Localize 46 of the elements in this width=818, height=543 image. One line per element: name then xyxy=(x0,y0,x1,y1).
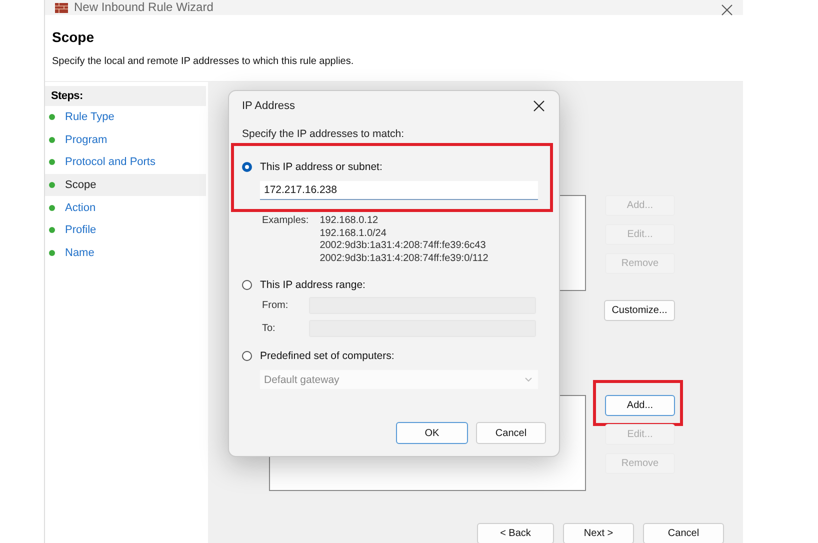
step-item[interactable]: Scope xyxy=(45,174,206,196)
example-address: 192.168.0.12 xyxy=(320,215,380,228)
window-title: New Inbound Rule Wizard xyxy=(74,0,214,14)
step-item[interactable]: Program xyxy=(45,128,206,152)
radio-button[interactable] xyxy=(242,280,252,290)
radio-button[interactable] xyxy=(242,162,252,172)
step-item[interactable]: Protocol and Ports xyxy=(45,151,206,174)
option-label: This IP address or subnet: xyxy=(260,161,382,173)
example-address: 2002:9d3b:1a31:4:208:74ff:fe39:6c43 xyxy=(320,240,487,252)
to-label: To: xyxy=(262,323,276,334)
from-label: From: xyxy=(262,300,290,311)
ip-address-field[interactable]: 172.217.16.238 xyxy=(260,181,538,200)
step-item[interactable]: Name xyxy=(45,242,206,264)
status-dot-icon xyxy=(49,204,55,211)
computer-set-dropdown[interactable]: Default gateway xyxy=(260,370,538,389)
page-title: Scope xyxy=(52,29,96,45)
status-dot-icon xyxy=(49,136,55,143)
step-item[interactable]: Rule Type xyxy=(45,106,206,129)
caret-icon xyxy=(525,377,532,382)
option-label: This IP address range: xyxy=(260,279,366,291)
status-dot-icon xyxy=(49,182,55,188)
page-description: Specify the local and remote IP addresses to which this rule applies. xyxy=(52,56,355,67)
wizard-button[interactable]: Next > xyxy=(563,523,634,543)
status-dot-icon xyxy=(49,250,55,256)
radio-button[interactable] xyxy=(242,351,252,361)
dialog-title: IP Address xyxy=(242,100,295,112)
wizard-button[interactable]: < Back xyxy=(477,523,554,543)
option-label: Predefined set of computers: xyxy=(260,350,394,362)
example-address: 192.168.1.0/24 xyxy=(320,228,388,240)
list-button[interactable]: Add... xyxy=(605,395,675,416)
customize-button[interactable]: Customize... xyxy=(604,300,675,321)
examples-label: Examples: xyxy=(262,215,309,228)
step-item[interactable]: Profile xyxy=(45,218,206,242)
status-dot-icon xyxy=(49,114,55,120)
dialog-prompt: Specify the IP addresses to match: xyxy=(242,128,406,140)
wizard-button[interactable]: Cancel xyxy=(643,523,724,543)
step-item[interactable]: Action xyxy=(45,196,206,219)
dialog-button[interactable]: Cancel xyxy=(476,422,546,444)
example-address: 2002:9d3b:1a31:4:208:74ff:fe39:0/112 xyxy=(320,252,488,265)
dialog-button[interactable]: OK xyxy=(396,422,468,444)
steps-heading: Steps: xyxy=(45,86,206,106)
close-icon[interactable] xyxy=(533,100,545,112)
status-dot-icon xyxy=(49,159,55,166)
close-icon[interactable] xyxy=(721,4,733,16)
firewall-icon xyxy=(55,0,68,12)
status-dot-icon xyxy=(49,227,55,234)
